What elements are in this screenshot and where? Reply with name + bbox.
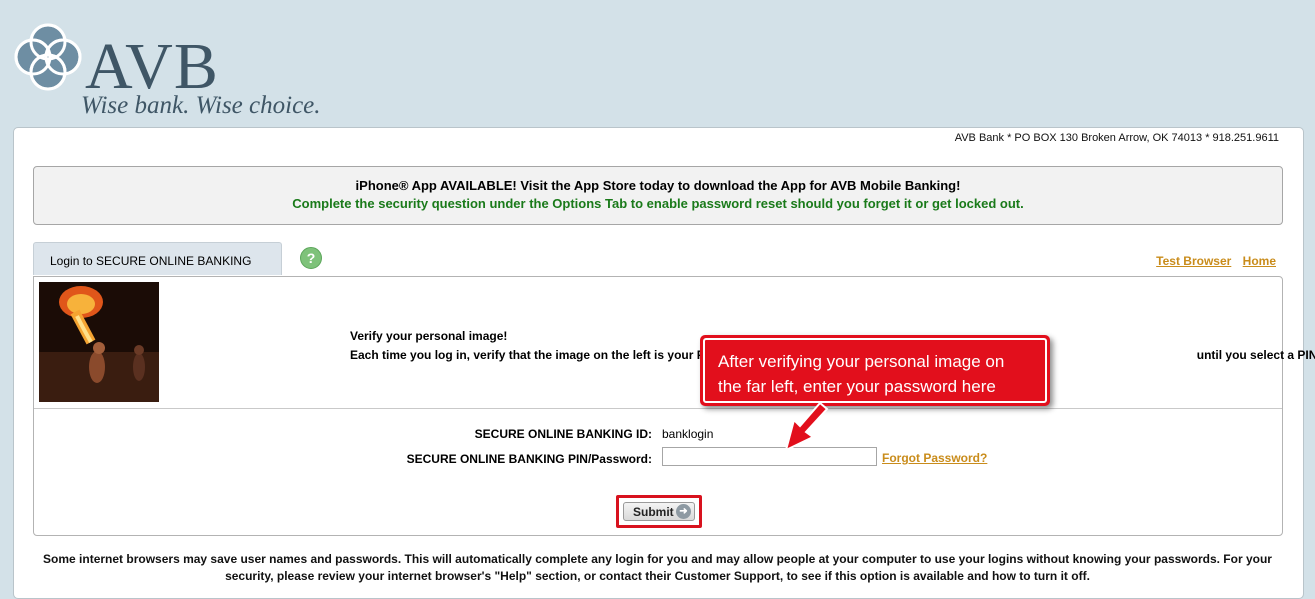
instruction-callout: After verifying your personal image on t… xyxy=(700,335,1050,406)
pin-password-input[interactable] xyxy=(662,447,877,466)
notice-line-app: iPhone® App AVAILABLE! Visit the App Sto… xyxy=(355,178,961,193)
personal-image xyxy=(39,282,159,402)
brand-tagline: Wise bank. Wise choice. xyxy=(81,92,321,119)
callout-text: After verifying your personal image on t… xyxy=(703,338,1047,403)
submit-highlight: Submit ➜ xyxy=(616,495,702,528)
top-links: Test Browser Home xyxy=(1148,254,1276,268)
divider xyxy=(34,408,1282,409)
verify-text-start: Each time you log in, verify that the im… xyxy=(350,348,705,362)
verify-text-end: until you select a PIN. xyxy=(1196,348,1315,362)
test-browser-link[interactable]: Test Browser xyxy=(1156,254,1231,268)
forgot-password-link[interactable]: Forgot Password? xyxy=(882,451,987,465)
bank-address: AVB Bank * PO BOX 130 Broken Arrow, OK 7… xyxy=(954,132,1279,144)
login-box: Verify your personal image! Each time yo… xyxy=(33,276,1315,536)
home-link[interactable]: Home xyxy=(1243,254,1276,268)
brand-name: AVB xyxy=(85,30,219,103)
notice-banner: iPhone® App AVAILABLE! Visit the App Sto… xyxy=(33,166,1283,225)
brand-logo: AVB Wise bank. Wise choice. xyxy=(13,22,333,122)
callout-line-2: the far left, enter your password here xyxy=(718,377,996,396)
pin-password-label: SECURE ONLINE BANKING PIN/Password: xyxy=(406,452,652,466)
banking-id-value: banklogin xyxy=(662,427,714,441)
arrow-right-icon: ➜ xyxy=(676,504,691,519)
submit-label: Submit xyxy=(633,505,674,519)
callout-line-1: After verifying your personal image on xyxy=(718,352,1005,371)
banking-id-label: SECURE ONLINE BANKING ID: xyxy=(474,427,652,441)
callout-arrow-icon xyxy=(784,401,829,452)
tab-login[interactable]: Login to SECURE ONLINE BANKING xyxy=(33,242,282,275)
help-icon[interactable]: ? xyxy=(300,247,322,269)
notice-line-security: Complete the security question under the… xyxy=(292,196,1024,211)
quatrefoil-logo-icon xyxy=(14,23,82,91)
submit-button[interactable]: Submit ➜ xyxy=(623,502,695,521)
main-panel: AVB Bank * PO BOX 130 Broken Arrow, OK 7… xyxy=(13,127,1315,599)
disclaimer-text: Some internet browsers may save user nam… xyxy=(43,552,1272,583)
